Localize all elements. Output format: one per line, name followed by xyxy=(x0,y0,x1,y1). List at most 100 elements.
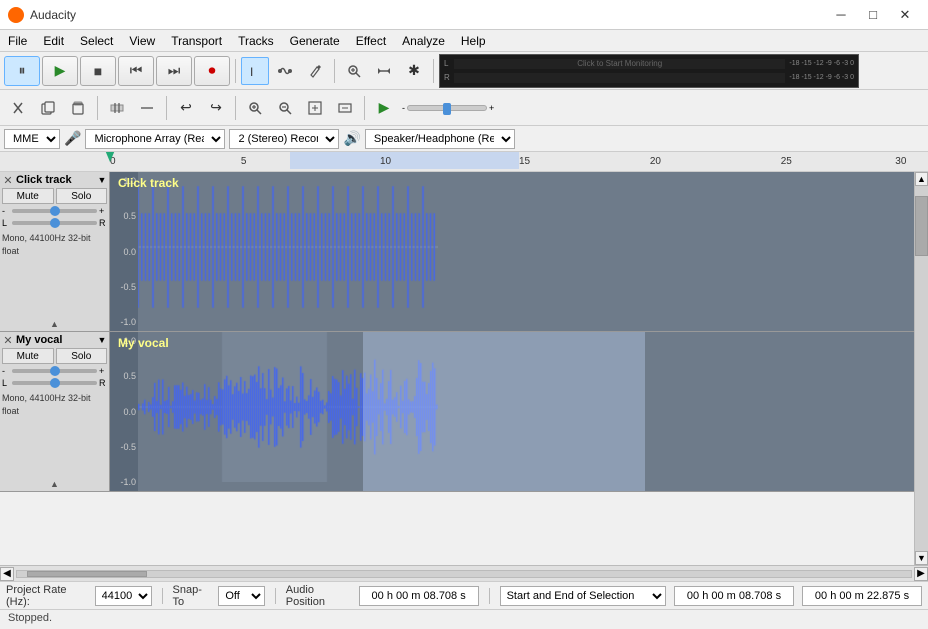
click-track-pan-row: L R xyxy=(2,218,107,228)
click-track-volume-row: - + xyxy=(2,206,107,216)
maximize-button[interactable]: □ xyxy=(858,3,888,27)
scrollbar-thumb[interactable] xyxy=(915,196,928,256)
draw-tool[interactable] xyxy=(301,57,329,85)
click-track-name: Click track xyxy=(16,174,95,186)
scrollbar-down-button[interactable]: ▼ xyxy=(915,551,928,565)
menu-file[interactable]: File xyxy=(0,32,35,50)
menu-select[interactable]: Select xyxy=(72,32,121,50)
click-track-volume-slider[interactable] xyxy=(12,209,97,213)
stop-button[interactable]: ■ xyxy=(80,56,116,86)
status-text: Stopped. xyxy=(8,612,52,624)
sep7 xyxy=(364,96,365,120)
output-device-select[interactable]: Speaker/Headphone (Realte xyxy=(365,129,515,149)
selection-mode-select[interactable]: Start and End of Selection xyxy=(500,586,666,606)
h-scroll-right-button[interactable]: ▶ xyxy=(914,567,928,581)
vocal-track-close-button[interactable]: ✕ xyxy=(2,334,14,346)
menu-tracks[interactable]: Tracks xyxy=(230,32,282,50)
sep1 xyxy=(235,59,236,83)
menu-generate[interactable]: Generate xyxy=(282,32,348,50)
vocal-track-collapse-icon[interactable]: ▲ xyxy=(50,479,59,489)
vocal-track-volume-thumb[interactable] xyxy=(50,366,60,376)
click-track-volume-thumb[interactable] xyxy=(50,206,60,216)
tracks-inner: ✕ Click track ▼ Mute Solo - xyxy=(0,172,914,565)
click-track-dropdown-icon[interactable]: ▼ xyxy=(97,175,107,185)
skip-start-button[interactable]: ⏮ xyxy=(118,56,154,86)
click-track-collapse-icon[interactable]: ▲ xyxy=(50,319,59,329)
trim-button[interactable] xyxy=(103,94,131,122)
menu-edit[interactable]: Edit xyxy=(35,32,72,50)
api-select[interactable]: MME xyxy=(4,129,60,149)
mic-icon: 🎤 xyxy=(64,130,81,147)
app-icon xyxy=(8,7,24,23)
vocal-track-waveform[interactable]: My vocal 1.0 0.5 0.0 -0.5 -1.0 xyxy=(110,332,914,491)
vocal-track-solo-button[interactable]: Solo xyxy=(56,348,108,364)
click-track-waveform[interactable]: Click track 1.0 0.5 0.0 -0.5 -1.0 xyxy=(110,172,914,331)
redo-button[interactable]: ↪ xyxy=(202,94,230,122)
play-button[interactable]: ▶ xyxy=(42,56,78,86)
speaker-icon: 🔊 xyxy=(343,130,360,147)
menu-help[interactable]: Help xyxy=(453,32,494,50)
pause-button[interactable]: ⏸ xyxy=(4,56,40,86)
menu-effect[interactable]: Effect xyxy=(348,32,394,50)
sep3 xyxy=(433,59,434,83)
ruler-10: 10 xyxy=(380,156,391,167)
status-bar: Stopped. xyxy=(0,609,928,629)
vocal-track-pan-thumb[interactable] xyxy=(50,378,60,388)
tracks-scroll: ✕ Click track ▼ Mute Solo - xyxy=(0,172,928,565)
vu-meter[interactable]: L Click to Start Monitoring -18 -15 -12 … xyxy=(439,54,859,88)
vu-monitor-label[interactable]: Click to Start Monitoring xyxy=(454,59,785,69)
click-track-pan-r: R xyxy=(99,218,107,228)
click-track-pan-thumb[interactable] xyxy=(50,218,60,228)
time-shift-tool[interactable] xyxy=(370,57,398,85)
skip-end-button[interactable]: ⏭ xyxy=(156,56,192,86)
click-track-close-button[interactable]: ✕ xyxy=(2,174,14,186)
cut-button[interactable] xyxy=(4,94,32,122)
envelope-tool[interactable] xyxy=(271,57,299,85)
menu-transport[interactable]: Transport xyxy=(163,32,230,50)
ruler-marks: 0 5 10 15 20 25 30 xyxy=(110,152,928,169)
input-channels-select[interactable]: 2 (Stereo) Recor xyxy=(229,129,339,149)
project-rate-select[interactable]: 44100 xyxy=(95,586,152,606)
click-track-pan-slider[interactable] xyxy=(12,221,97,225)
play-at-speed[interactable]: ▶ xyxy=(370,94,398,122)
toolbar-transport: ⏸ ▶ ■ ⏮ ⏭ ⏺ I ✱ L Click to S xyxy=(0,52,928,90)
selection-tool[interactable]: I xyxy=(241,57,269,85)
h-scroll-left-button[interactable]: ◀ xyxy=(0,567,14,581)
audio-position-input[interactable]: 00 h 00 m 08.708 s xyxy=(359,586,479,606)
close-button[interactable]: ✕ xyxy=(890,3,920,27)
vocal-track-volume-slider[interactable] xyxy=(12,369,97,373)
multi-tool[interactable]: ✱ xyxy=(400,57,428,85)
selection-start-input[interactable]: 00 h 00 m 08.708 s xyxy=(674,586,794,606)
undo-button[interactable]: ↩ xyxy=(172,94,200,122)
record-button[interactable]: ⏺ xyxy=(194,56,230,86)
playback-speed-slider[interactable] xyxy=(407,105,487,111)
title-bar: Audacity ─ □ ✕ xyxy=(0,0,928,30)
h-scroll-thumb[interactable] xyxy=(27,571,147,577)
zoom-in-button[interactable] xyxy=(241,94,269,122)
title-text: Audacity xyxy=(30,8,826,22)
vocal-track-dropdown-icon[interactable]: ▼ xyxy=(97,335,107,345)
vocal-track-pan-slider[interactable] xyxy=(12,381,97,385)
menu-analyze[interactable]: Analyze xyxy=(394,32,453,50)
silence-button[interactable] xyxy=(133,94,161,122)
snap-to-select[interactable]: Off xyxy=(218,586,265,606)
click-track-vol-plus: + xyxy=(99,206,107,216)
timeline-ruler: 0 5 10 15 20 25 30 xyxy=(0,152,928,172)
menu-view[interactable]: View xyxy=(121,32,163,50)
h-scroll-track xyxy=(16,570,912,578)
minimize-button[interactable]: ─ xyxy=(826,3,856,27)
vocal-track-title-row: ✕ My vocal ▼ xyxy=(2,334,107,346)
click-track-mute-button[interactable]: Mute xyxy=(2,188,54,204)
click-track-solo-button[interactable]: Solo xyxy=(56,188,108,204)
selection-end-input[interactable]: 00 h 00 m 22.875 s xyxy=(802,586,922,606)
vocal-track-mute-button[interactable]: Mute xyxy=(2,348,54,364)
zoom-in-tool[interactable] xyxy=(340,57,368,85)
vocal-track-mute-solo: Mute Solo xyxy=(2,348,107,364)
copy-button[interactable] xyxy=(34,94,62,122)
fit-selection-button[interactable] xyxy=(331,94,359,122)
paste-button[interactable] xyxy=(64,94,92,122)
input-device-select[interactable]: Microphone Array (Realtek xyxy=(85,129,225,149)
scrollbar-up-button[interactable]: ▲ xyxy=(915,172,928,186)
fit-project-button[interactable] xyxy=(301,94,329,122)
zoom-out-button[interactable] xyxy=(271,94,299,122)
